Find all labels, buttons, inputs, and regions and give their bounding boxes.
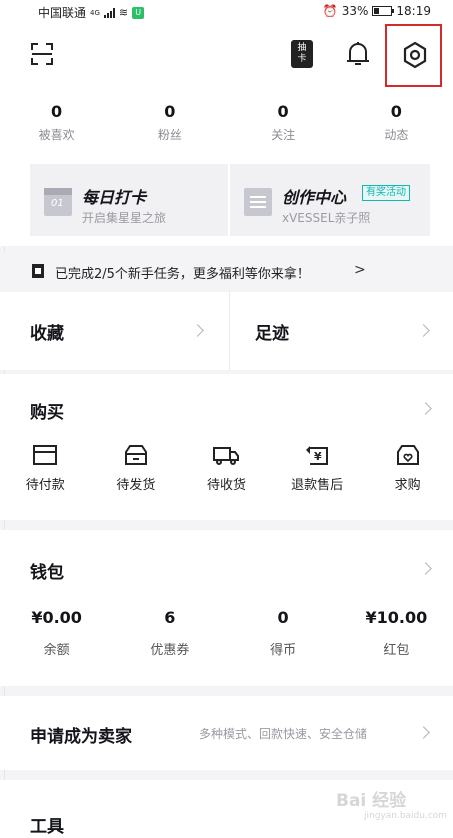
order-label: 待发货 [116,478,156,493]
creator-subtitle: xVESSEL亲子照 [282,211,371,225]
favorites-label: 收藏 [30,324,64,344]
stat-value: 0 [164,102,176,121]
order-refund[interactable]: ¥ 退款售后 [272,444,363,493]
calendar-icon: 01 [44,188,72,216]
card-badge-label: 抽卡 [297,43,307,64]
checkin-subtitle: 开启集星星之旅 [82,211,167,225]
wallet-value: 0 [277,608,289,627]
wallet-value: ¥10.00 [365,608,428,627]
order-label: 求购 [394,478,421,493]
order-label: 待付款 [25,478,65,493]
refund-icon: ¥ [306,446,329,465]
gear-icon[interactable] [401,41,429,69]
wallet-coupons[interactable]: 6 优惠券 [113,608,226,658]
signal-icon [103,7,115,18]
wallet-value: ¥0.00 [31,608,82,627]
stat-fans[interactable]: 0 粉丝 [113,90,226,158]
wish-box-icon [396,445,419,465]
wallet-header[interactable]: 钱包 [0,530,453,590]
buy-title: 购买 [30,403,64,423]
stat-value: 0 [390,102,402,121]
reward-tag: 有奖活动 [362,185,410,201]
stat-posts[interactable]: 0 动态 [340,90,453,158]
box-icon [124,445,147,465]
order-label: 退款售后 [291,478,344,493]
wallet-balance[interactable]: ¥0.00 余额 [0,608,113,658]
creator-title: 创作中心 [282,188,347,207]
seller-description: 多种模式、回款快速、安全仓储 [199,727,368,741]
stat-value: 0 [277,102,289,121]
alarm-icon: ⏰ [322,4,338,18]
card-payment-icon [33,445,58,465]
wallet-values: ¥0.00 余额 6 优惠券 0 得币 ¥10.00 红包 [0,608,453,658]
profile-stats: 0 被喜欢 0 粉丝 0 关注 0 动态 [0,90,453,158]
battery-percent: 33% [341,4,369,18]
wallet-section: 钱包 ¥0.00 余额 6 优惠券 0 得币 ¥10.00 红包 [0,530,453,686]
order-shortcuts: 待付款 待发货 待收货 ¥ 退款售后 求购 [0,444,453,493]
app-notification-icon: U [132,6,145,19]
status-bar: 中国联通 4G ≋ U ⏰ 33% 18:19 [0,0,453,24]
task-icon [32,264,44,278]
stat-label: 粉丝 [157,128,182,142]
watermark-sub: jingyan.baidu.com [364,811,448,821]
order-label: 待收货 [206,478,246,493]
order-pending-payment[interactable]: 待付款 [0,444,91,493]
clock: 18:19 [396,4,431,18]
svg-text:¥: ¥ [314,450,322,463]
favorites-button[interactable]: 收藏 [0,292,229,370]
chevron-right-icon [191,324,204,337]
watermark: Bai 经验 jingyan.baidu.com [336,786,447,821]
stat-label: 关注 [271,128,296,142]
stat-value: 0 [51,102,63,121]
document-icon [244,188,272,216]
wallet-label: 红包 [383,643,410,658]
footprint-label: 足迹 [255,324,289,344]
become-seller-row[interactable]: 申请成为卖家 多种模式、回款快速、安全仓储 [0,696,453,770]
top-bar: 抽卡 [0,24,453,90]
watermark-text: Bai 经验 [336,791,407,811]
stat-liked[interactable]: 0 被喜欢 [0,90,113,158]
task-text: 已完成2/5个新手任务，更多福利等你来拿！ [55,267,310,282]
order-pending-shipment[interactable]: 待发货 [91,444,182,493]
stat-label: 被喜欢 [38,128,75,142]
order-pending-receipt[interactable]: 待收货 [181,444,272,493]
bell-icon[interactable] [345,40,371,68]
wallet-label: 得币 [270,643,297,658]
wifi-icon: ≋ [118,6,129,19]
daily-checkin-card[interactable]: 01 每日打卡 开启集星星之旅 [30,164,228,236]
chevron-right-icon [419,402,432,415]
footprint-button[interactable]: 足迹 [230,292,453,370]
seller-title: 申请成为卖家 [30,727,132,747]
tools-title: 工具 [30,817,64,837]
wallet-red-packet[interactable]: ¥10.00 红包 [340,608,453,658]
chevron-right-icon [417,324,430,337]
wallet-value: 6 [164,608,176,627]
wallet-label: 优惠券 [150,643,190,658]
carrier-label: 中国联通 [38,6,87,20]
stat-label: 动态 [384,128,409,142]
wallet-coins[interactable]: 0 得币 [227,608,340,658]
checkin-title: 每日打卡 [82,188,147,207]
truck-icon [213,447,240,465]
chevron-right-icon [419,562,432,575]
order-wish[interactable]: 求购 [362,444,453,493]
buy-header[interactable]: 购买 [0,374,453,434]
network-label: 4G [90,8,100,17]
battery-icon [372,6,395,16]
quick-cards: 01 每日打卡 开启集星星之旅 创作中心 有奖活动 xVESSEL亲子照 [0,158,453,246]
chevron-right-icon [417,726,430,739]
favorites-row: 收藏 足迹 [0,292,453,370]
buy-section: 购买 待付款 待发货 待收货 ¥ 退款售后 求购 [0,374,453,520]
stat-following[interactable]: 0 关注 [227,90,340,158]
card-draw-button[interactable]: 抽卡 [291,40,313,68]
creator-center-card[interactable]: 创作中心 有奖活动 xVESSEL亲子照 [230,164,430,236]
newbie-task-banner[interactable]: 已完成2/5个新手任务，更多福利等你来拿！ > [0,252,453,292]
chevron-right-icon: > [354,262,366,278]
settings-highlight [385,24,442,87]
scan-icon[interactable] [30,42,54,66]
wallet-label: 余额 [43,643,70,658]
wallet-title: 钱包 [30,563,64,583]
